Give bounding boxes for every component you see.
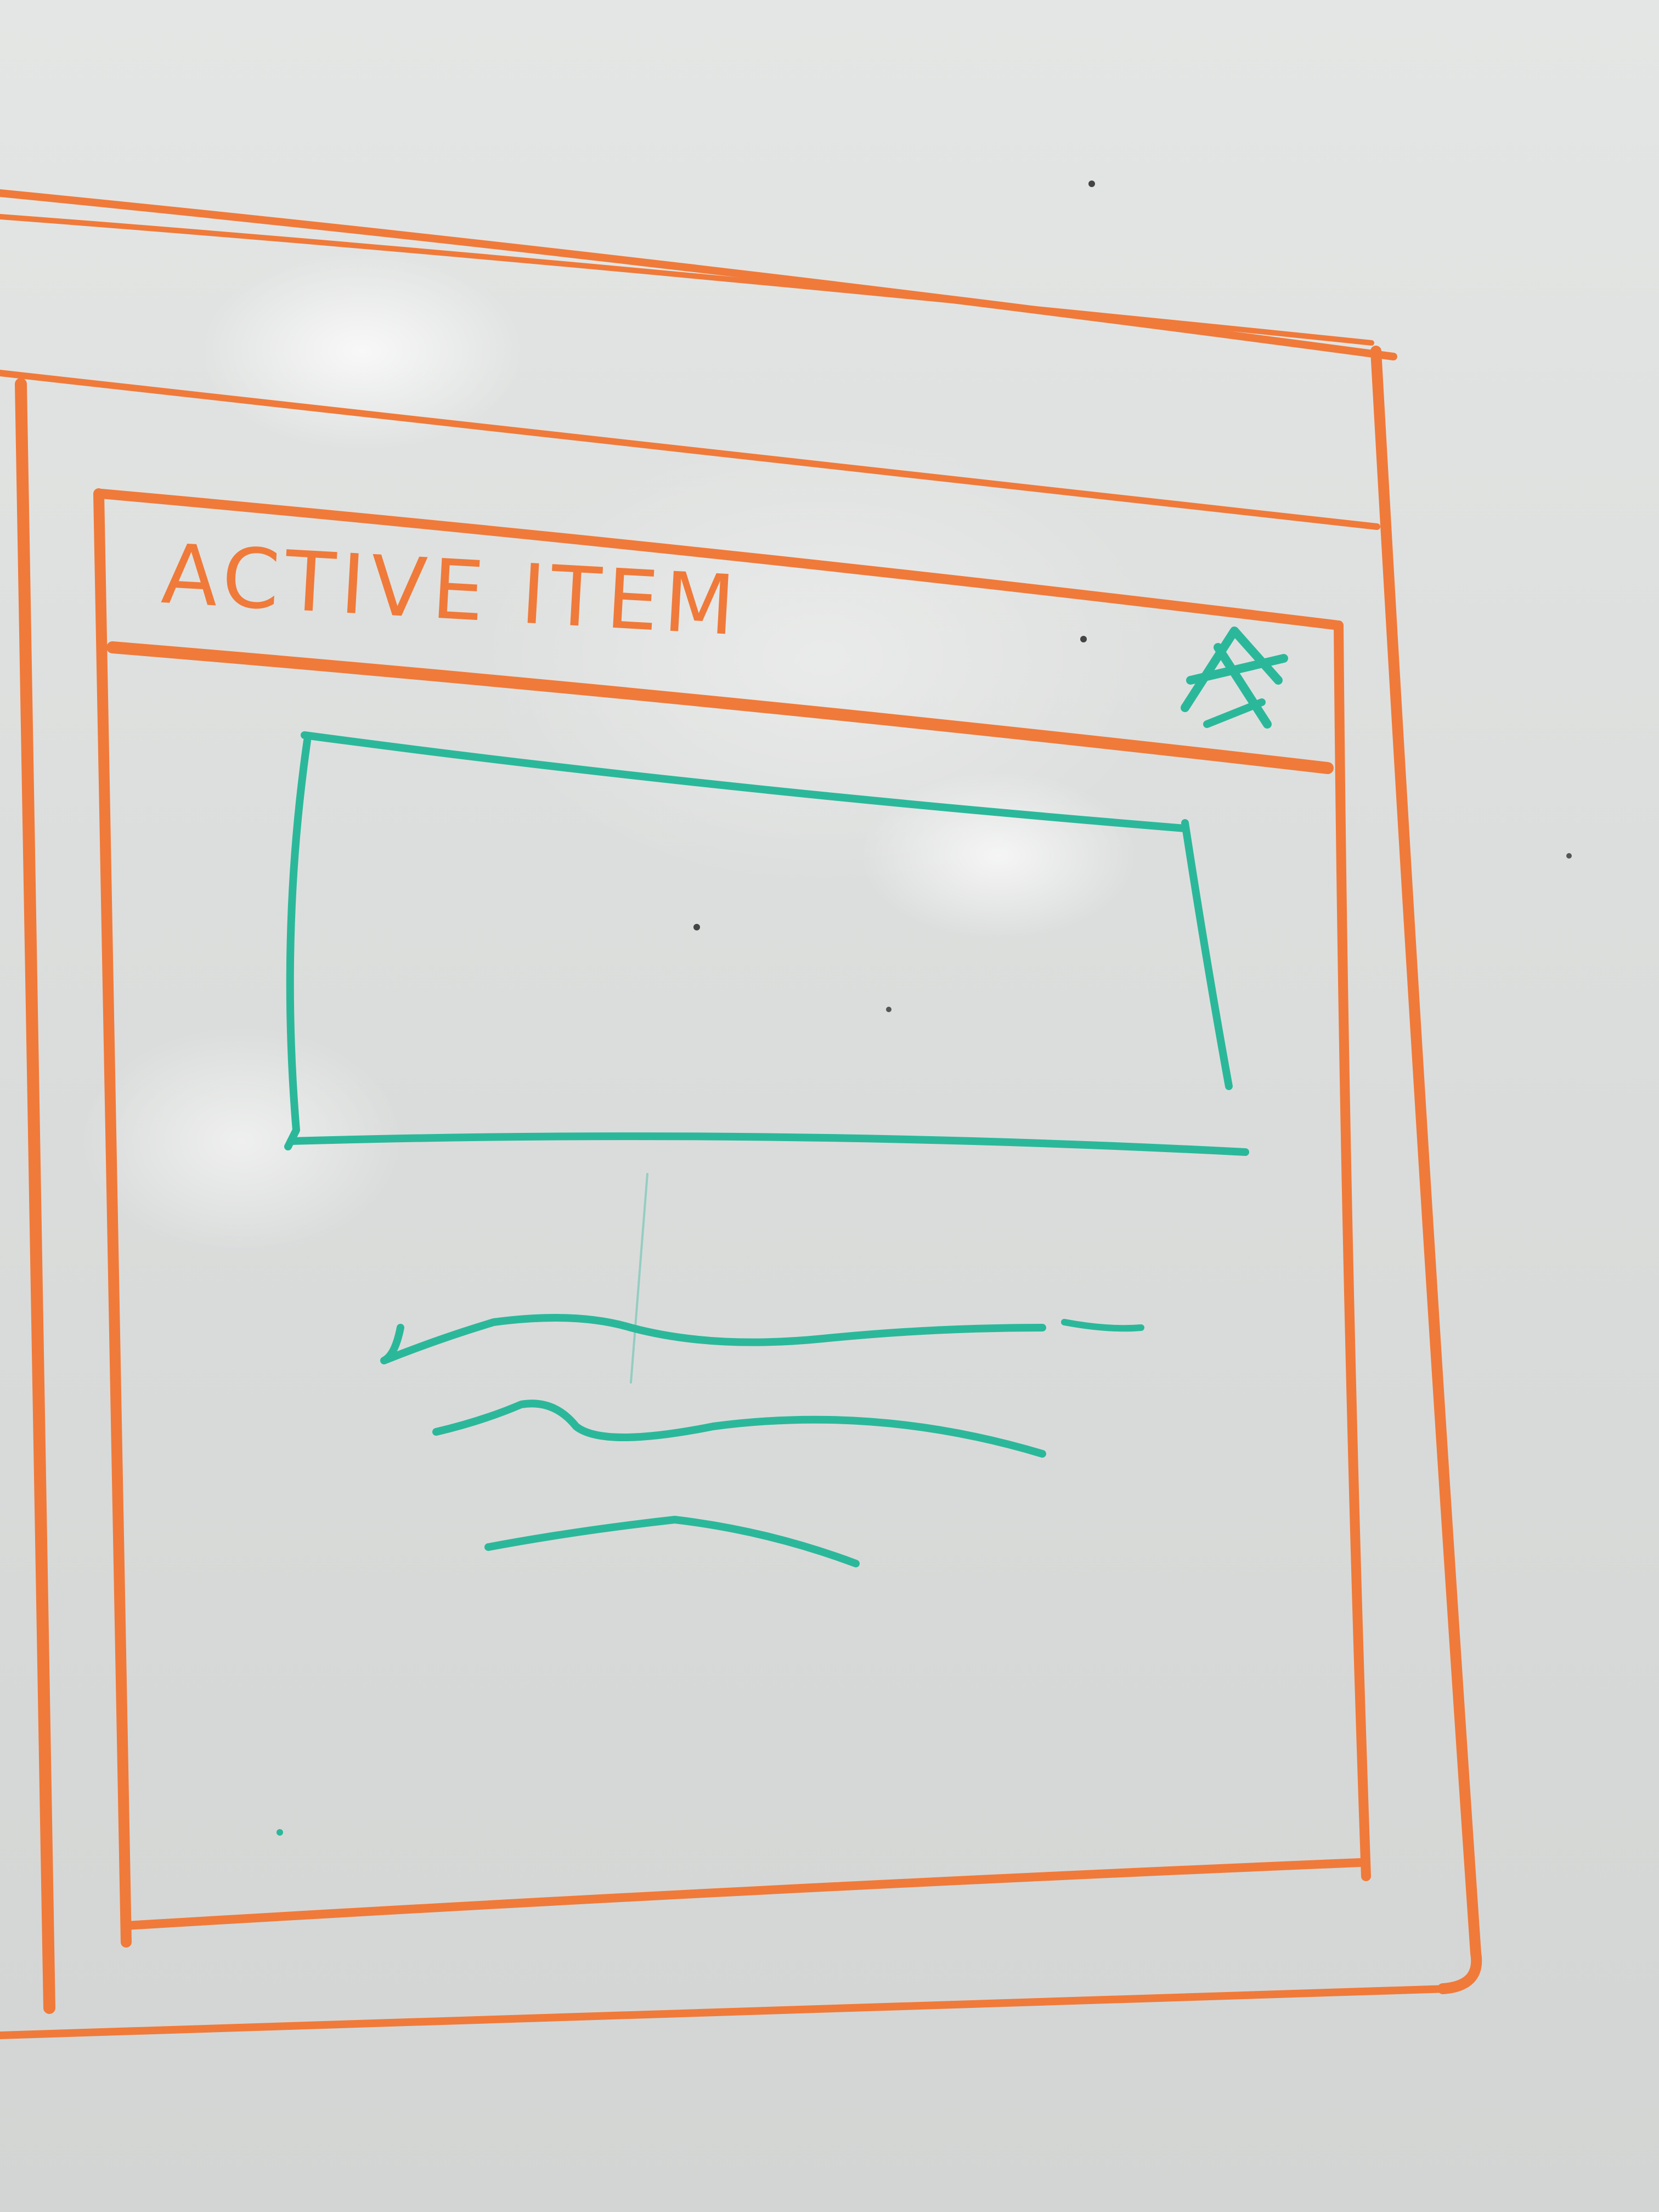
active-item-panel bbox=[93, 488, 1371, 1948]
image-placeholder-bottom-edge bbox=[287, 1132, 1249, 1156]
outer-frame bbox=[0, 189, 1482, 2039]
image-placeholder-left-edge bbox=[284, 737, 311, 1150]
whiteboard: ACTIVE ITEM bbox=[0, 0, 1659, 2212]
text-lines bbox=[380, 1314, 1144, 1567]
image-placeholder-right-edge bbox=[1181, 819, 1233, 1090]
text-line-3 bbox=[484, 1516, 860, 1567]
close-icon[interactable] bbox=[1181, 627, 1288, 729]
text-line-2 bbox=[432, 1400, 1046, 1458]
wireframe-sketch bbox=[0, 180, 1572, 2039]
image-placeholder-top-edge bbox=[301, 731, 1189, 832]
outer-frame-left-edge bbox=[15, 378, 55, 2014]
panel-header-divider bbox=[106, 641, 1334, 774]
outer-frame-right-edge bbox=[1370, 346, 1482, 1994]
text-line-1 bbox=[380, 1314, 1046, 1364]
faint-divider bbox=[630, 1173, 648, 1384]
outer-frame-top-line-2 bbox=[0, 214, 1374, 346]
panel-bottom-edge bbox=[122, 1858, 1365, 1930]
outer-frame-bottom-edge bbox=[0, 1985, 1452, 2039]
text-line-1-tail bbox=[1061, 1319, 1144, 1332]
panel-right-edge bbox=[1334, 620, 1371, 1881]
panel-left-edge bbox=[93, 488, 132, 1948]
image-placeholder bbox=[284, 731, 1249, 1384]
